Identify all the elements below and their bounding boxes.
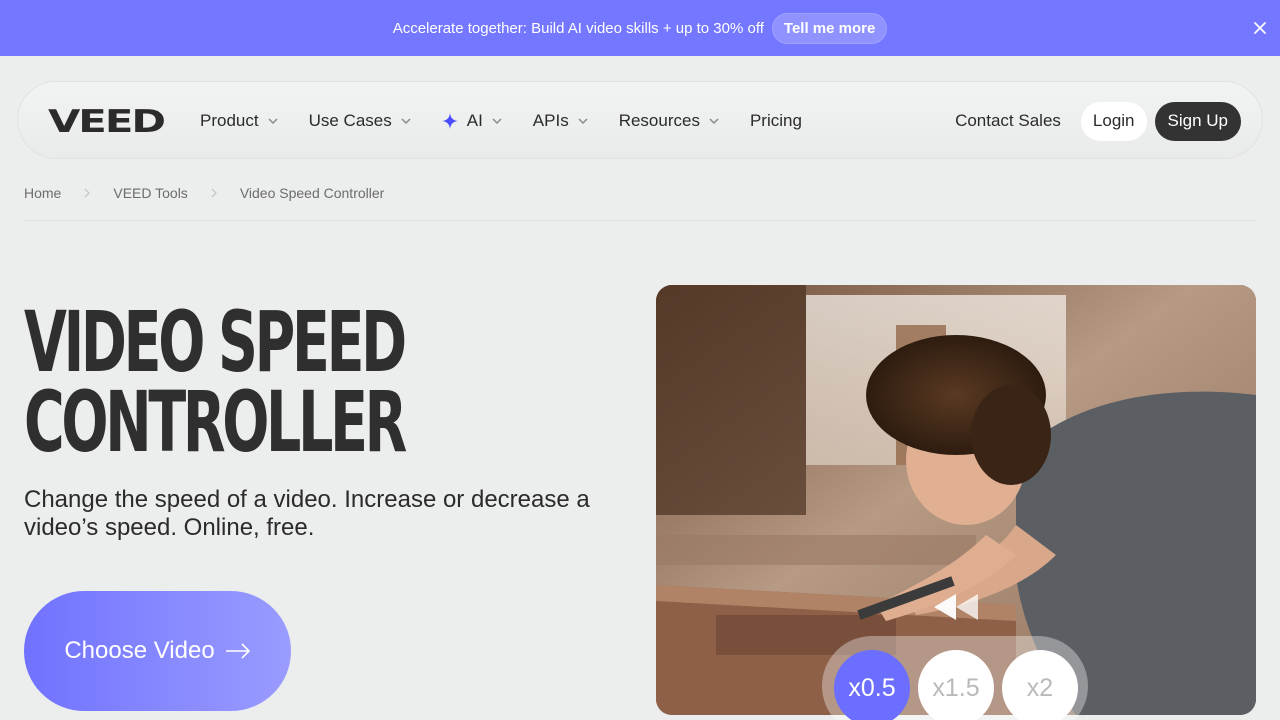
title-line-2: CONTROLLER bbox=[24, 373, 407, 471]
close-icon[interactable] bbox=[1250, 18, 1270, 38]
speed-option-2[interactable]: x2 bbox=[1002, 650, 1078, 720]
nav-item-label: Product bbox=[200, 111, 259, 130]
login-button[interactable]: Login bbox=[1080, 101, 1147, 141]
nav-item-label: Resources bbox=[618, 111, 700, 130]
breadcrumb: Home VEED Tools Video Speed Controller bbox=[24, 185, 384, 201]
choose-video-button[interactable]: Choose Video bbox=[24, 591, 291, 711]
nav-item-pricing[interactable]: Pricing bbox=[750, 111, 802, 131]
nav-item-use-cases[interactable]: Use Cases bbox=[309, 111, 412, 131]
nav-item-label: Pricing bbox=[749, 111, 802, 130]
divider bbox=[24, 220, 1256, 221]
speed-option-0-5[interactable]: x0.5 bbox=[834, 650, 910, 720]
breadcrumb-home[interactable]: Home bbox=[24, 185, 61, 201]
breadcrumb-veed-tools[interactable]: VEED Tools bbox=[113, 185, 187, 201]
chevron-down-icon bbox=[578, 118, 588, 125]
nav-item-resources[interactable]: Resources bbox=[619, 111, 720, 131]
nav-item-label: AI bbox=[466, 111, 483, 130]
title-line-1: VIDEO SPEED bbox=[24, 293, 407, 391]
arrow-right-icon bbox=[225, 643, 250, 659]
nav-item-label: APIs bbox=[532, 111, 569, 130]
veed-logo[interactable]: VEED bbox=[48, 104, 167, 140]
breadcrumb-current: Video Speed Controller bbox=[239, 185, 385, 201]
chevron-right-icon bbox=[84, 188, 91, 198]
chevron-down-icon bbox=[268, 118, 278, 125]
promo-banner: Accelerate together: Build AI video skil… bbox=[0, 0, 1280, 56]
sparkle-icon bbox=[441, 113, 458, 129]
nav-item-apis[interactable]: APIs bbox=[533, 111, 589, 131]
speed-option-1-5[interactable]: x1.5 bbox=[918, 650, 994, 720]
tell-me-more-button[interactable]: Tell me more bbox=[771, 12, 888, 44]
chevron-down-icon bbox=[709, 118, 719, 125]
nav-item-ai[interactable]: AI bbox=[441, 111, 503, 131]
logo-text: VEED bbox=[48, 108, 164, 134]
hero-subtitle: Change the speed of a video. Increase or… bbox=[24, 486, 590, 541]
contact-sales-link[interactable]: Contact Sales bbox=[955, 111, 1061, 131]
signup-button[interactable]: Sign Up bbox=[1154, 101, 1241, 141]
page-title: VIDEO SPEED CONTROLLER bbox=[24, 293, 407, 471]
chevron-down-icon bbox=[492, 118, 502, 125]
rewind-icon[interactable] bbox=[930, 592, 980, 622]
nav-item-label: Use Cases bbox=[308, 111, 392, 130]
chevron-right-icon bbox=[211, 188, 217, 198]
cta-label: Choose Video bbox=[64, 637, 215, 664]
nav-item-product[interactable]: Product bbox=[200, 111, 279, 131]
main-nav: VEED Product Use Cases AI APIs Resources… bbox=[17, 81, 1263, 159]
banner-text: Accelerate together: Build AI video skil… bbox=[392, 19, 764, 37]
chevron-down-icon bbox=[401, 118, 411, 125]
